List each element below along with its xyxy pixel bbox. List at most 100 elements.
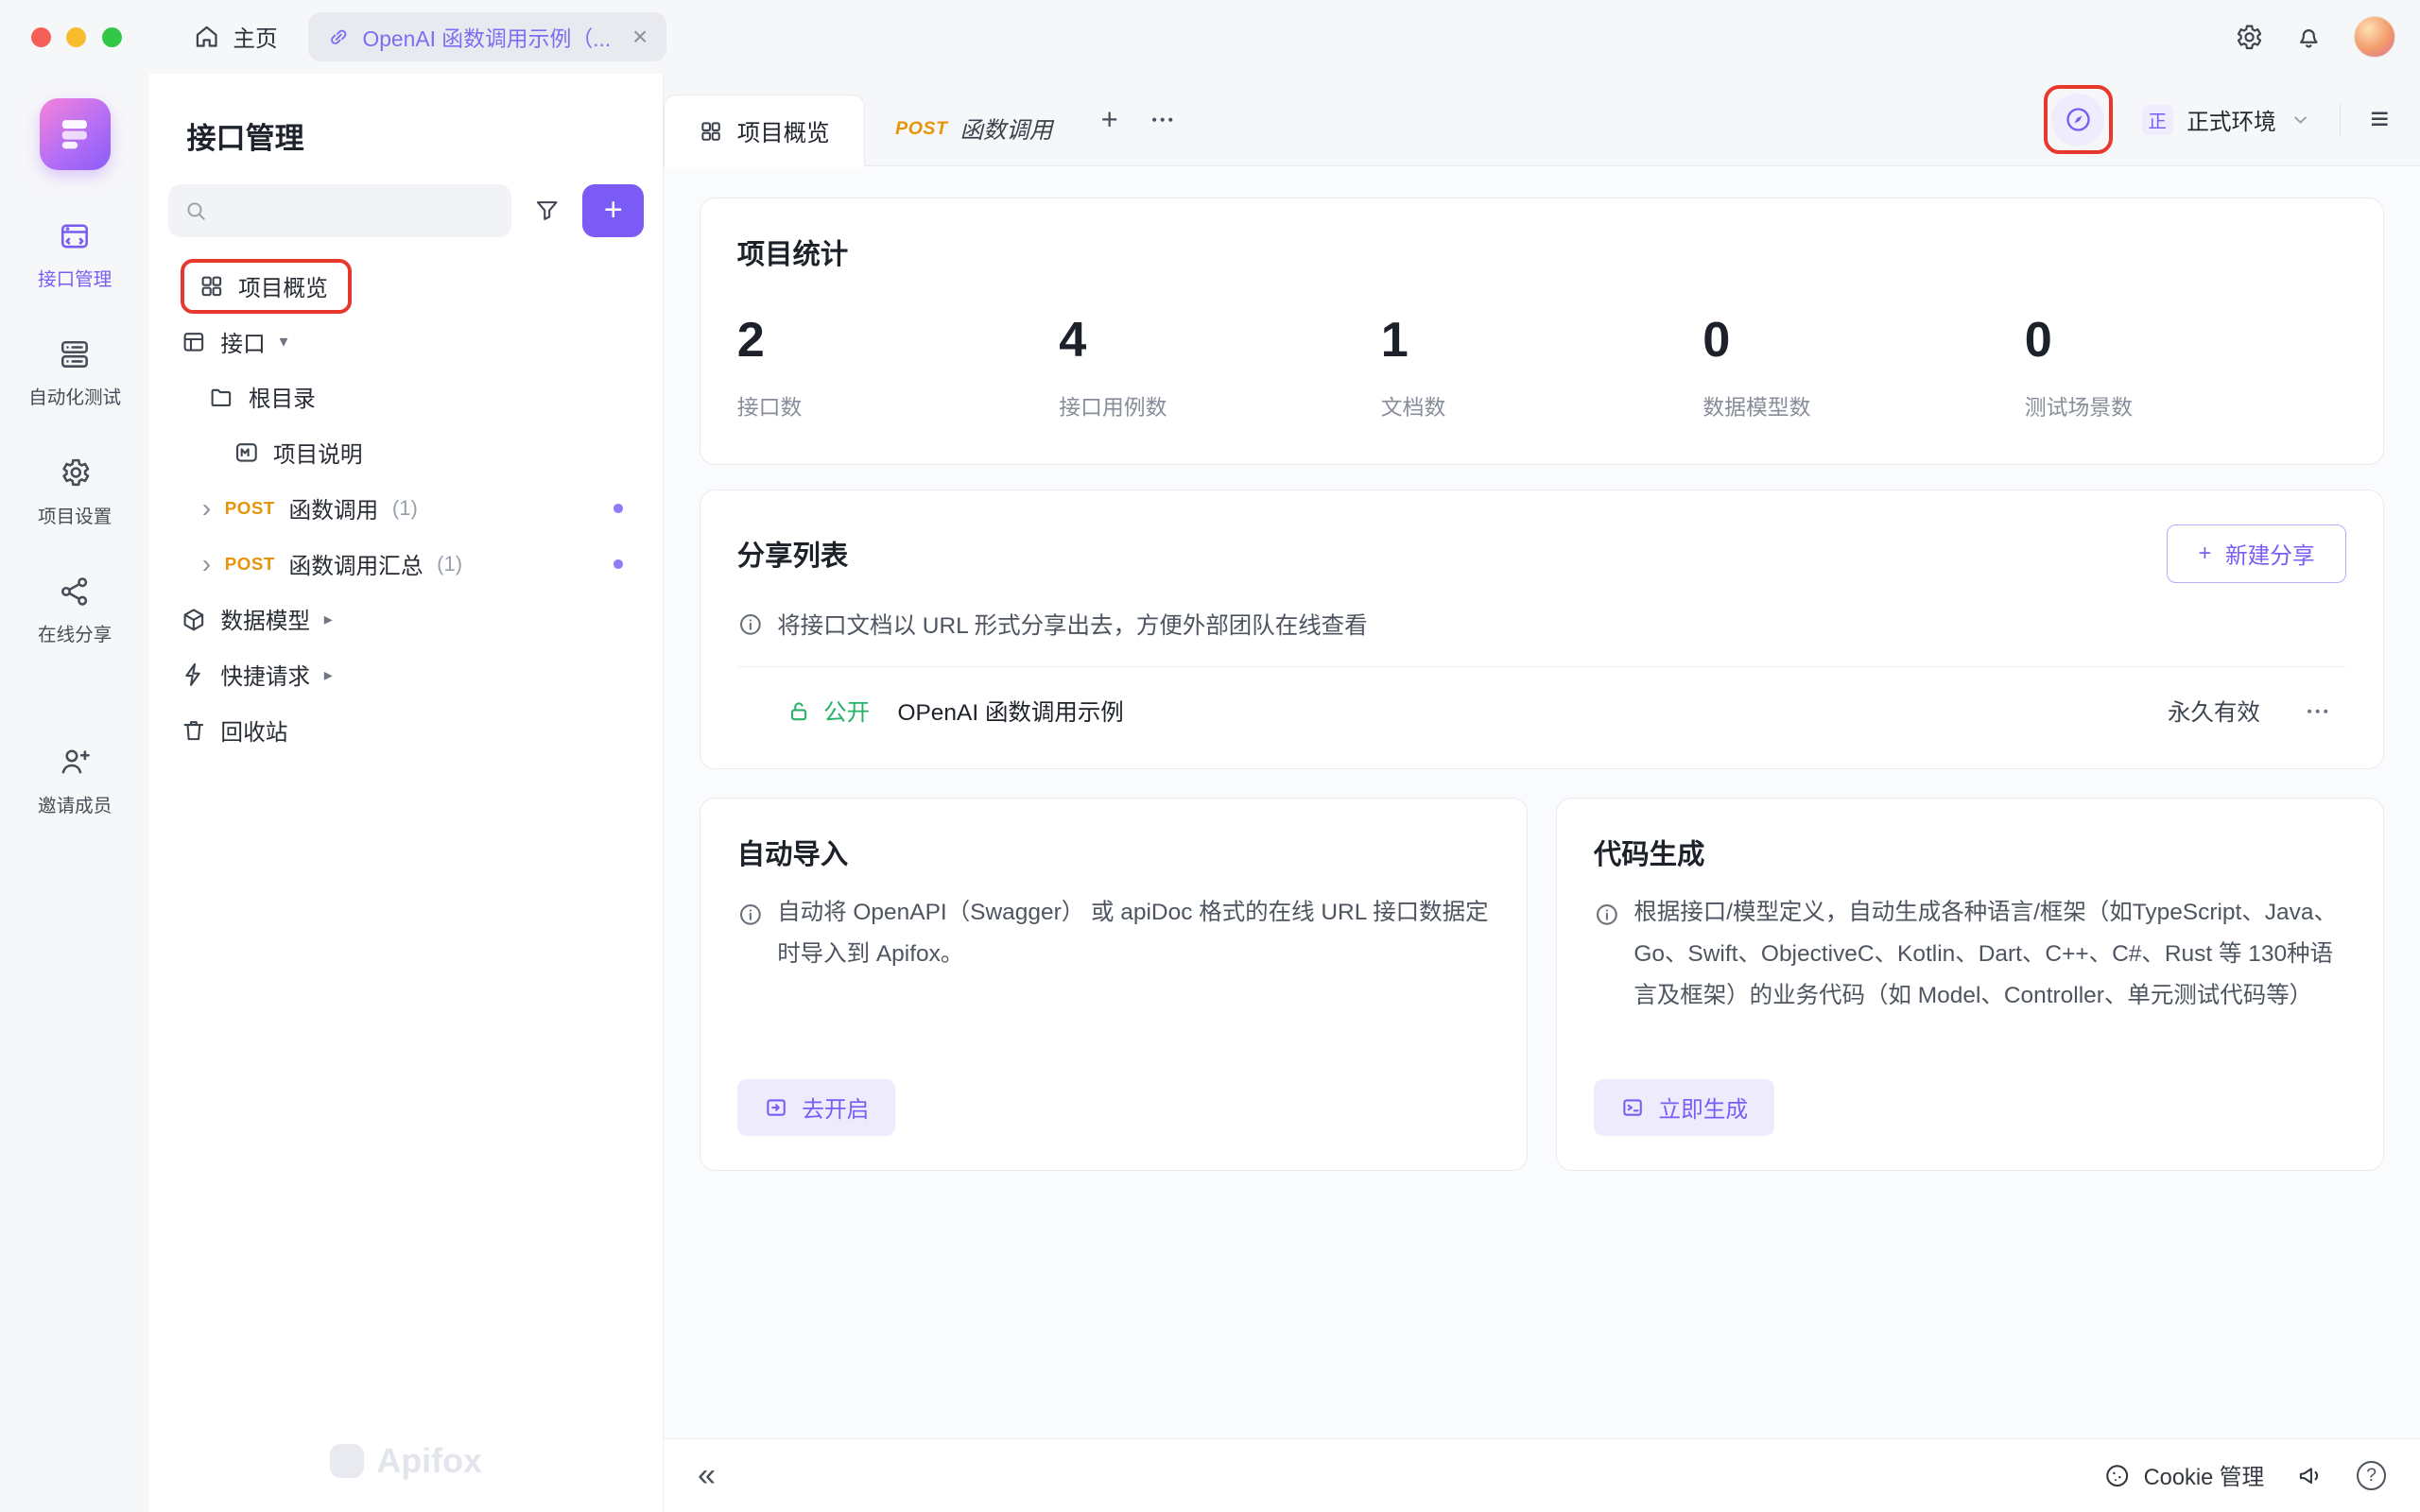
share-more-button[interactable] [2304,697,2331,725]
rail-item-project-settings[interactable]: 项目设置 [38,455,112,527]
tree-item-root-folder[interactable]: 根目录 [168,369,645,425]
rail-item-label: 项目设置 [38,501,112,528]
user-avatar[interactable] [2354,16,2395,58]
project-tab[interactable]: OpenAI 函数调用示例（... × [308,12,666,61]
apifox-logo[interactable] [40,98,111,169]
tree-item-trash[interactable]: 回收站 [168,703,645,759]
settings-gear-icon[interactable] [2233,22,2264,53]
folder-icon [208,385,234,411]
tree-item-endpoint-group[interactable]: › POST 函数调用汇总 (1) [168,536,645,592]
main-area: 项目概览 POST 函数调用 + [664,74,2420,1512]
feature-cards-row: 自动导入 自动将 OpenAPI（Swagger） 或 apiDoc 格式的在线… [700,798,2385,1171]
annotation-red-box-overview: 项目概览 [181,259,352,314]
cookie-manager-button[interactable]: Cookie 管理 [2103,1459,2264,1491]
search-icon [183,198,208,223]
tree-item-project-doc[interactable]: 项目说明 [168,425,645,481]
info-icon [737,611,764,638]
rail-item-label: 邀请成员 [38,790,112,817]
stat-test-scenarios: 0 测试场景数 [2025,312,2347,421]
unsynced-dot-indicator [614,559,623,569]
caret-right-icon[interactable]: ▸ [324,610,333,629]
close-window-button[interactable] [31,27,51,47]
tab-project-overview[interactable]: 项目概览 [664,94,864,167]
caret-right-icon[interactable]: ▸ [324,665,333,685]
stat-value: 4 [1059,312,1381,369]
share-card-description: 将接口文档以 URL 形式分享出去，方便外部团队在线查看 [737,608,2347,666]
stat-label: 接口用例数 [1059,389,1381,421]
link-icon [327,26,350,48]
chevron-right-icon[interactable]: › [202,495,211,522]
endpoint-count: (1) [437,552,462,576]
environment-selector[interactable]: 正 正式环境 [2135,104,2316,136]
share-card-title: 分享列表 [737,534,849,574]
rail-item-online-share[interactable]: 在线分享 [38,575,112,646]
tree-item-endpoint-group[interactable]: › POST 函数调用 (1) [168,481,645,537]
overview-content: 项目统计 2 接口数 4 接口用例数 1 文档数 [664,166,2420,1437]
lightning-icon [181,662,207,688]
stat-label: 文档数 [1381,389,1703,421]
code-generation-description: 根据接口/模型定义，自动生成各种语言/框架（如TypeScript、Java、G… [1594,892,2346,1017]
tree-item-label: 函数调用 [289,492,379,524]
notifications-bell-icon[interactable] [2293,22,2325,53]
tree-item-label: 项目说明 [273,437,363,469]
share-validity: 永久有效 [2168,695,2260,728]
chevron-right-icon[interactable]: › [202,551,211,577]
tree-item-label: 回收站 [220,714,287,747]
rail-item-invite-members[interactable]: 邀请成员 [38,745,112,816]
new-share-button-label: 新建分享 [2225,538,2315,570]
search-input[interactable] [168,184,511,237]
tab-more-button[interactable] [1135,94,1188,146]
auto-import-card: 自动导入 自动将 OpenAPI（Swagger） 或 apiDoc 格式的在线… [700,798,1529,1171]
api-management-icon [58,219,92,253]
http-method-badge: POST [225,498,275,519]
environment-badge: 正 [2142,105,2173,136]
tab-post-endpoint[interactable]: POST 函数调用 [865,94,1083,166]
new-tab-button[interactable]: + [1083,94,1136,146]
titlebar: 主页 OpenAI 函数调用示例（... × [0,0,2420,74]
code-generation-card: 代码生成 根据接口/模型定义，自动生成各种语言/框架（如TypeScript、J… [1556,798,2385,1171]
rail-item-automated-testing[interactable]: 自动化测试 [28,337,121,409]
left-rail: 接口管理 自动化测试 项目设置 在线分享 [0,74,149,1512]
caret-down-icon[interactable]: ▾ [279,332,287,352]
collapse-sidebar-icon[interactable]: « [698,1459,716,1491]
api-group-icon [181,329,207,355]
more-dots-icon [1149,106,1176,133]
home-tab[interactable]: 主页 [178,11,293,62]
sidebar-search-row: + [149,184,663,258]
plus-icon: + [604,192,623,229]
tree-item-label: 数据模型 [220,603,310,635]
stat-value: 1 [1381,312,1703,369]
home-tab-label: 主页 [233,21,277,53]
share-list-row[interactable]: 公开 OPenAI 函数调用示例 永久有效 [737,667,2347,757]
tree-item-label: 接口 [220,326,265,358]
new-share-button[interactable]: + 新建分享 [2167,524,2346,583]
add-new-button[interactable]: + [582,184,644,237]
share-item-name: OPenAI 函数调用示例 [897,695,1123,728]
share-list-card: 分享列表 + 新建分享 将接口文档以 URL 形式分享出去，方便外部团队在线查看 [700,490,2385,769]
generate-code-button[interactable]: 立即生成 [1594,1079,1774,1136]
rail-item-api-management[interactable]: 接口管理 [38,219,112,291]
filter-button[interactable] [524,187,570,233]
auto-import-title: 自动导入 [737,833,1490,872]
hamburger-menu-icon[interactable]: ≡ [2364,101,2395,138]
debug-compass-button[interactable] [2051,94,2104,146]
stats-row: 2 接口数 4 接口用例数 1 文档数 0 数据 [737,312,2347,421]
minimize-window-button[interactable] [66,27,86,47]
http-method-badge: POST [225,554,275,575]
help-icon[interactable]: ? [2357,1461,2386,1490]
tree-item-quick-request[interactable]: 快捷请求 ▸ [168,647,645,703]
announcement-icon[interactable] [2296,1462,2324,1489]
close-tab-icon[interactable]: × [632,24,648,50]
share-visibility-label: 公开 [823,695,870,728]
tree-item-api-group[interactable]: 接口 ▾ [168,314,645,369]
tree-item-project-overview[interactable]: 项目概览 [168,259,645,315]
tree-item-data-models[interactable]: 数据模型 ▸ [168,592,645,647]
enable-auto-import-button[interactable]: 去开启 [737,1079,895,1136]
stat-value: 0 [2025,312,2347,369]
overview-grid-icon [699,119,723,144]
share-row-right: 永久有效 [2168,695,2331,728]
invite-members-icon [58,745,92,779]
share-card-header: 分享列表 + 新建分享 [737,524,2347,583]
zoom-window-button[interactable] [102,27,122,47]
project-stats-card: 项目统计 2 接口数 4 接口用例数 1 文档数 [700,198,2385,465]
